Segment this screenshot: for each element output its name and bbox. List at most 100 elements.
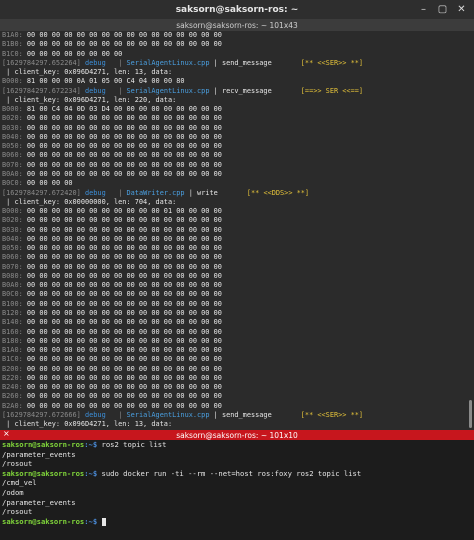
log-source-file: DataWriter.cpp (126, 188, 185, 197)
log-source-file: SerialAgentLinux.cpp (126, 410, 210, 419)
log-tag: [** <<SER>> **] (300, 410, 364, 419)
terminal-line: /odom (2, 488, 474, 498)
log-separator: | (118, 58, 123, 67)
pane-header-bottom: × saksorn@saksorn-ros: ~ 101x10 (0, 429, 474, 440)
terminal-line: | client_key: 0x096D4271, len: 13, data: (2, 420, 474, 429)
terminal-line: B140: 00 00 00 00 00 00 00 00 00 00 00 0… (2, 318, 474, 327)
terminal-line: B0A0: 00 00 00 00 00 00 00 00 00 00 00 0… (2, 281, 474, 290)
terminal-line: | client_key: 0x096D4271, len: 13, data: (2, 68, 474, 77)
hex-bytes: 00 00 00 00 00 00 00 00 00 00 00 00 00 0… (22, 151, 222, 160)
hex-bytes: 00 00 00 00 00 00 00 00 00 00 00 00 00 0… (22, 299, 222, 308)
log-timestamp: [1629784297.672666] (2, 410, 81, 419)
hex-bytes: 00 00 00 00 00 00 00 00 00 00 00 00 00 0… (22, 40, 222, 49)
terminal-line: B050: 00 00 00 00 00 00 00 00 00 00 00 0… (2, 244, 474, 253)
terminal-line: /parameter_events (2, 450, 474, 460)
hex-bytes: 00 00 00 00 00 00 00 00 00 00 00 00 00 0… (22, 114, 222, 123)
hex-address: B1B0: (2, 40, 23, 49)
hex-address: B050: (2, 244, 23, 253)
hex-bytes: 00 00 00 00 00 00 00 00 00 00 00 00 00 0… (22, 290, 222, 299)
log-timestamp: [1629784297.652264] (2, 58, 81, 67)
terminal-line: B0C0: 00 00 00 00 00 00 00 00 00 00 00 0… (2, 290, 474, 299)
hex-bytes: 00 00 00 00 00 00 00 00 00 00 00 00 00 0… (22, 318, 222, 327)
maximize-icon[interactable]: ▢ (436, 3, 449, 16)
log-level: debug (84, 58, 106, 67)
window-titlebar[interactable]: saksorn@saksorn-ros: ~ – ▢ ✕ (0, 0, 474, 19)
log-tag: [==>> SER <<==] (300, 86, 364, 95)
terminal-line: B030: 00 00 00 00 00 00 00 00 00 00 00 0… (2, 124, 474, 133)
terminal-line: B1A0: 00 00 00 00 00 00 00 00 00 00 00 0… (2, 31, 474, 40)
hex-address: B050: (2, 142, 23, 151)
command-output: /parameter_events (2, 449, 76, 459)
prompt-path: :~$ (84, 440, 98, 449)
hex-address: B060: (2, 151, 23, 160)
terminal-line: B220: 00 00 00 00 00 00 00 00 00 00 00 0… (2, 374, 474, 383)
log-separator: | (118, 86, 123, 95)
hex-bytes: 00 00 00 00 00 00 00 00 00 00 00 00 00 0… (22, 392, 222, 401)
hex-address: B1A0: (2, 346, 23, 355)
command-output: /rosout (2, 507, 33, 517)
terminal-line: saksorn@saksorn-ros:~$ (2, 517, 474, 527)
terminal-line: saksorn@saksorn-ros:~$ sudo docker run -… (2, 469, 474, 479)
terminal-pane-top[interactable]: saksorn@saksorn-ros: ~ 101x43 B1A0: 00 0… (0, 19, 474, 430)
terminal-line: B040: 00 00 00 00 00 00 00 00 00 00 00 0… (2, 133, 474, 142)
log-separator: | (118, 188, 123, 197)
hex-address: B030: (2, 123, 23, 132)
hex-address: B200: (2, 364, 23, 373)
terminal-pane-bottom[interactable]: saksorn@saksorn-ros:~$ ros2 topic list/p… (0, 440, 474, 540)
prompt-user-host: saksorn@saksorn-ros (2, 516, 85, 526)
close-icon[interactable]: ✕ (455, 3, 468, 16)
hex-bytes: 00 00 00 00 00 00 00 00 00 00 00 00 00 0… (22, 383, 222, 392)
log-source-file: SerialAgentLinux.cpp (126, 86, 210, 95)
hex-bytes: 00 00 00 00 00 00 00 00 00 00 00 00 00 0… (22, 31, 222, 39)
hex-address: B2A0: (2, 401, 23, 410)
command-output: /parameter_events (2, 497, 76, 507)
log-separator: | (118, 410, 123, 419)
hex-bytes: 00 00 00 00 00 00 00 00 00 00 00 00 00 0… (22, 336, 222, 345)
terminal-line: B080: 00 00 00 00 00 00 00 00 00 00 00 0… (2, 272, 474, 281)
hex-bytes: 00 00 00 00 00 00 00 00 (22, 49, 123, 58)
terminal-line: saksorn@saksorn-ros:~$ ros2 topic list (2, 440, 474, 450)
hex-address: B160: (2, 327, 23, 336)
minimize-icon[interactable]: – (417, 3, 430, 16)
hex-bytes: 00 00 00 00 00 00 00 00 00 00 00 00 00 0… (22, 355, 222, 364)
terminal-line: B020: 00 00 00 00 00 00 00 00 00 00 00 0… (2, 216, 474, 225)
terminal-line: | client_key: 0x00000000, len: 704, data… (2, 198, 474, 207)
terminal-line: B030: 00 00 00 00 00 00 00 00 00 00 00 0… (2, 226, 474, 235)
terminal-line: B1C0: 00 00 00 00 00 00 00 00 00 00 00 0… (2, 355, 474, 364)
terminal-line: B0A0: 00 00 00 00 00 00 00 00 00 00 00 0… (2, 170, 474, 179)
scrollbar-thumb[interactable] (469, 400, 472, 428)
hex-address: B070: (2, 160, 23, 169)
hex-bytes: 00 00 00 00 00 00 00 00 00 00 00 00 00 0… (22, 262, 222, 271)
hex-bytes: 00 00 00 00 00 00 00 00 00 00 00 01 00 0… (22, 207, 222, 216)
hex-bytes: 81 00 C4 04 0D 03 D4 00 00 00 00 00 00 0… (22, 105, 222, 114)
hex-bytes: 00 00 00 00 00 00 00 00 00 00 00 00 00 0… (22, 123, 222, 132)
hex-bytes: 00 00 00 00 00 00 00 00 00 00 00 00 00 0… (22, 234, 222, 243)
log-level: debug (84, 188, 106, 197)
log-timestamp: [1629784297.672234] (2, 86, 81, 95)
hex-address: B0A0: (2, 169, 23, 178)
close-pane-icon[interactable]: × (3, 429, 10, 438)
terminal-line: [1629784297.672234] debug | SerialAgentL… (2, 87, 474, 96)
hex-bytes: 00 00 00 00 00 00 00 00 00 00 00 00 00 0… (22, 169, 222, 178)
terminal-line: /cmd_vel (2, 478, 474, 488)
hex-address: B000: (2, 207, 23, 216)
hex-address: B1C0: (2, 49, 23, 58)
hex-address: B030: (2, 225, 23, 234)
hex-address: B240: (2, 383, 23, 392)
terminal-line: B1B0: 00 00 00 00 00 00 00 00 00 00 00 0… (2, 40, 474, 49)
terminal-line: /parameter_events (2, 498, 474, 508)
log-tag: [** <<SER>> **] (300, 58, 364, 67)
hex-address: B080: (2, 271, 23, 280)
log-level: debug (84, 86, 106, 95)
log-detail: | client_key: 0x096D4271, len: 220, data… (2, 95, 177, 104)
terminal-line: B070: 00 00 00 00 00 00 00 00 00 00 00 0… (2, 263, 474, 272)
terminal-line: B1C0: 00 00 00 00 00 00 00 00 (2, 50, 474, 59)
log-function: | send_message (213, 410, 272, 419)
hex-address: B0A0: (2, 281, 23, 290)
terminal-line: B000: 81 00 C4 04 0D 03 D4 00 00 00 00 0… (2, 105, 474, 114)
terminal-line: B050: 00 00 00 00 00 00 00 00 00 00 00 0… (2, 142, 474, 151)
log-tag: [** <<DDS>> **] (246, 188, 310, 197)
hex-bytes: 00 00 00 00 00 00 00 00 00 00 00 00 00 0… (22, 142, 222, 151)
command-output: /rosout (2, 459, 33, 469)
terminal-line: B070: 00 00 00 00 00 00 00 00 00 00 00 0… (2, 161, 474, 170)
